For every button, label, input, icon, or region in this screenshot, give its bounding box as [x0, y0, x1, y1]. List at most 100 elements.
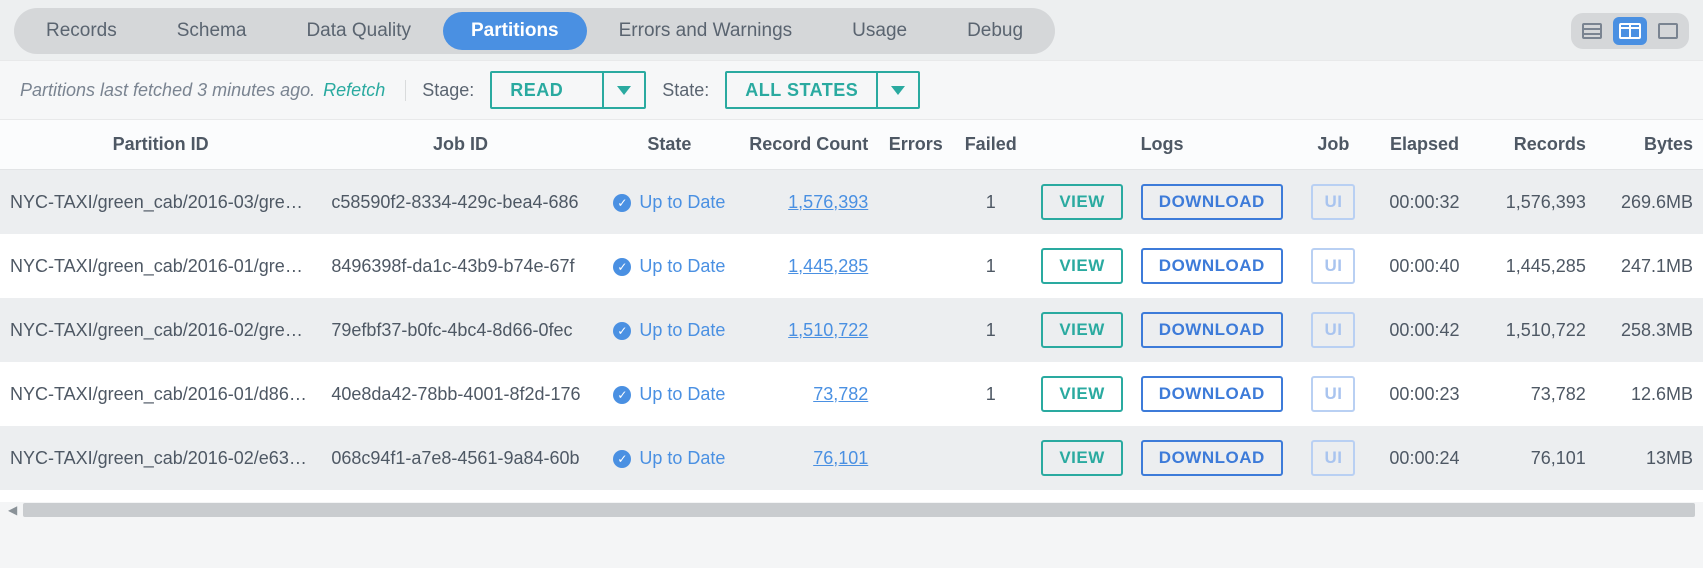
cell-job-id: 79efbf37-b0fc-4bc4-8d66-0fec — [321, 298, 599, 362]
view-button[interactable]: VIEW — [1041, 440, 1122, 476]
download-button[interactable]: DOWNLOAD — [1141, 440, 1283, 476]
ui-button[interactable]: UI — [1311, 376, 1355, 412]
fetch-status: Partitions last fetched 3 minutes ago. R… — [20, 80, 406, 101]
view-button[interactable]: VIEW — [1041, 312, 1122, 348]
col-errors[interactable]: Errors — [878, 120, 953, 170]
state-text: Up to Date — [639, 448, 725, 469]
cell-failed: 1 — [953, 362, 1028, 426]
col-job-id[interactable]: Job ID — [321, 120, 599, 170]
state-dropdown-value: ALL STATES — [727, 73, 876, 107]
cell-job-id: 8496398f-da1c-43b9-b74e-67f — [321, 234, 599, 298]
cell-records: 1,510,722 — [1478, 298, 1596, 362]
tab-records[interactable]: Records — [18, 12, 145, 50]
check-circle-icon: ✓ — [613, 194, 631, 212]
cell-failed: 1 — [953, 298, 1028, 362]
cell-failed — [953, 426, 1028, 490]
download-button[interactable]: DOWNLOAD — [1141, 248, 1283, 284]
check-circle-icon: ✓ — [613, 450, 631, 468]
ui-button[interactable]: UI — [1311, 312, 1355, 348]
cell-record-count[interactable]: 1,445,285 — [739, 234, 878, 298]
cell-bytes: 12.6MB — [1596, 362, 1703, 426]
cell-job: UI — [1296, 234, 1371, 298]
cell-job: UI — [1296, 170, 1371, 235]
view-button[interactable]: VIEW — [1041, 184, 1122, 220]
fetch-status-text: Partitions last fetched 3 minutes ago. — [20, 80, 315, 101]
refetch-link[interactable]: Refetch — [323, 80, 385, 101]
state-text: Up to Date — [639, 192, 725, 213]
table-header-row: Partition ID Job ID State Record Count E… — [0, 120, 1703, 170]
state-dropdown[interactable]: ALL STATES — [725, 71, 920, 109]
partitions-table: Partition ID Job ID State Record Count E… — [0, 120, 1703, 490]
download-button[interactable]: DOWNLOAD — [1141, 376, 1283, 412]
cell-elapsed: 00:00:24 — [1371, 426, 1478, 490]
table-row: NYC-TAXI/green_cab/2016-02/e63602068c94f… — [0, 426, 1703, 490]
cell-bytes: 247.1MB — [1596, 234, 1703, 298]
cell-partition-id: NYC-TAXI/green_cab/2016-03/green_t — [0, 170, 321, 235]
state-text: Up to Date — [639, 384, 725, 405]
cell-elapsed: 00:00:23 — [1371, 362, 1478, 426]
col-records[interactable]: Records — [1478, 120, 1596, 170]
ui-button[interactable]: UI — [1311, 184, 1355, 220]
cell-logs: VIEW DOWNLOAD — [1028, 234, 1296, 298]
cell-errors — [878, 362, 953, 426]
cell-failed: 1 — [953, 234, 1028, 298]
table-row: NYC-TAXI/green_cab/2016-01/d865f0540e8da… — [0, 362, 1703, 426]
cell-state: ✓ Up to Date — [600, 426, 739, 490]
tab-group: Records Schema Data Quality Partitions E… — [14, 8, 1055, 54]
top-tabbar: Records Schema Data Quality Partitions E… — [0, 0, 1703, 60]
cell-records: 73,782 — [1478, 362, 1596, 426]
scroll-left-icon[interactable]: ◀ — [8, 503, 17, 517]
col-state[interactable]: State — [600, 120, 739, 170]
col-logs[interactable]: Logs — [1028, 120, 1296, 170]
chevron-down-icon — [876, 73, 918, 107]
cell-failed: 1 — [953, 170, 1028, 235]
chevron-down-icon — [602, 73, 644, 107]
col-partition-id[interactable]: Partition ID — [0, 120, 321, 170]
cell-job-id: 068c94f1-a7e8-4561-9a84-60b — [321, 426, 599, 490]
cell-elapsed: 00:00:42 — [1371, 298, 1478, 362]
cell-job: UI — [1296, 426, 1371, 490]
col-record-count[interactable]: Record Count — [739, 120, 878, 170]
cell-bytes: 13MB — [1596, 426, 1703, 490]
cell-errors — [878, 170, 953, 235]
view-split-icon[interactable] — [1613, 17, 1647, 45]
view-compact-icon[interactable] — [1575, 17, 1609, 45]
stage-dropdown[interactable]: READ — [490, 71, 646, 109]
cell-errors — [878, 298, 953, 362]
tab-usage[interactable]: Usage — [824, 12, 935, 50]
col-failed[interactable]: Failed — [953, 120, 1028, 170]
cell-record-count[interactable]: 1,576,393 — [739, 170, 878, 235]
cell-records: 1,445,285 — [1478, 234, 1596, 298]
cell-job: UI — [1296, 362, 1371, 426]
view-button[interactable]: VIEW — [1041, 248, 1122, 284]
download-button[interactable]: DOWNLOAD — [1141, 312, 1283, 348]
tab-errors[interactable]: Errors and Warnings — [591, 12, 821, 50]
cell-job-id: 40e8da42-78bb-4001-8f2d-176 — [321, 362, 599, 426]
horizontal-scrollbar[interactable]: ◀ — [0, 502, 1703, 522]
cell-state: ✓ Up to Date — [600, 170, 739, 235]
tab-debug[interactable]: Debug — [939, 12, 1051, 50]
scrollbar-track[interactable] — [23, 503, 1695, 517]
ui-button[interactable]: UI — [1311, 248, 1355, 284]
col-elapsed[interactable]: Elapsed — [1371, 120, 1478, 170]
col-job[interactable]: Job — [1296, 120, 1371, 170]
cell-record-count[interactable]: 1,510,722 — [739, 298, 878, 362]
check-circle-icon: ✓ — [613, 386, 631, 404]
filter-bar: Partitions last fetched 3 minutes ago. R… — [0, 60, 1703, 120]
view-button[interactable]: VIEW — [1041, 376, 1122, 412]
download-button[interactable]: DOWNLOAD — [1141, 184, 1283, 220]
col-bytes[interactable]: Bytes — [1596, 120, 1703, 170]
tab-data-quality[interactable]: Data Quality — [278, 12, 439, 50]
table-row: NYC-TAXI/green_cab/2016-01/green_t849639… — [0, 234, 1703, 298]
cell-logs: VIEW DOWNLOAD — [1028, 362, 1296, 426]
cell-records: 1,576,393 — [1478, 170, 1596, 235]
view-single-icon[interactable] — [1651, 17, 1685, 45]
cell-state: ✓ Up to Date — [600, 298, 739, 362]
cell-partition-id: NYC-TAXI/green_cab/2016-02/green_t — [0, 298, 321, 362]
tab-partitions[interactable]: Partitions — [443, 12, 587, 50]
tab-schema[interactable]: Schema — [149, 12, 275, 50]
cell-bytes: 258.3MB — [1596, 298, 1703, 362]
ui-button[interactable]: UI — [1311, 440, 1355, 476]
cell-record-count[interactable]: 76,101 — [739, 426, 878, 490]
cell-record-count[interactable]: 73,782 — [739, 362, 878, 426]
